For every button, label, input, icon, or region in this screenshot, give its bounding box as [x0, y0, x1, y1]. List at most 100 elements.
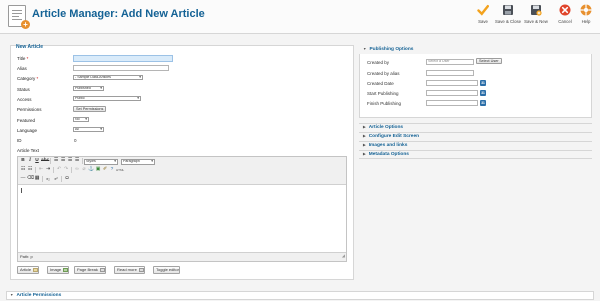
triangle-right-icon: ▶: [363, 125, 366, 129]
bold-icon[interactable]: B: [20, 158, 26, 164]
underline-icon[interactable]: U: [34, 158, 40, 164]
resize-handle-icon[interactable]: ◢: [342, 252, 345, 260]
superscript-icon[interactable]: x²: [53, 176, 59, 182]
editor-path-bar: Path: p ◢: [18, 252, 346, 261]
rich-text-editor: B I U abc ☰ ☰ ☰ ☰ Styles ▾ Paragraph ▾ ☷ ☷…: [17, 156, 347, 262]
start-publishing-input[interactable]: [426, 90, 478, 96]
italic-icon[interactable]: I: [27, 158, 33, 164]
styles-select[interactable]: Styles ▾: [84, 158, 118, 165]
floppy-disk-plus-icon: [530, 4, 542, 16]
checkmark-icon: [477, 4, 489, 16]
article-options-header[interactable]: ▶ Article Options: [359, 123, 592, 131]
page-break-button[interactable]: Page Break: [74, 266, 106, 274]
align-right-icon[interactable]: ☰: [67, 158, 73, 164]
bullet-list-icon[interactable]: ☷: [20, 167, 26, 173]
html-source-icon[interactable]: HTML: [116, 167, 124, 173]
link-icon[interactable]: ∞: [74, 167, 80, 173]
editor-toolbar-row-1: B I U abc ☰ ☰ ☰ ☰ Styles ▾ Paragraph ▾: [18, 157, 346, 166]
title-input[interactable]: [73, 55, 173, 62]
editor-content-area[interactable]: [18, 184, 346, 252]
floppy-disk-icon: [502, 4, 514, 16]
created-by-label: Created by: [367, 60, 390, 65]
outdent-icon[interactable]: ⇤: [38, 167, 44, 173]
read-more-button[interactable]: Read more: [114, 266, 145, 274]
chevron-down-icon: ▾: [139, 75, 141, 79]
publishing-options-header[interactable]: ▼ Publishing Options: [359, 46, 592, 54]
chevron-down-icon: ▾: [85, 117, 87, 121]
chevron-down-icon: ▾: [151, 158, 153, 163]
finish-publishing-input[interactable]: [426, 100, 478, 106]
visual-aid-icon[interactable]: ▦: [34, 176, 40, 182]
cleanup-icon[interactable]: ✐: [102, 167, 108, 173]
language-select[interactable]: All ▾: [73, 127, 104, 132]
remove-format-icon[interactable]: ⌫: [27, 176, 34, 182]
paragraph-select[interactable]: Paragraph ▾: [121, 158, 155, 165]
page-title: Article Manager: Add New Article: [32, 8, 205, 20]
created-by-input[interactable]: Select a User: [426, 59, 474, 65]
access-select[interactable]: Public ▾: [73, 96, 141, 101]
category-select[interactable]: - Sample Data-Articles ▾: [73, 75, 143, 80]
chevron-down-icon: ▾: [100, 86, 102, 90]
help-button[interactable]: Help: [574, 4, 598, 30]
anchor-icon[interactable]: ⚓: [88, 167, 94, 173]
created-date-label: Created Date: [367, 81, 394, 86]
text-cursor: [21, 188, 22, 193]
save-new-button[interactable]: Save & New: [522, 4, 550, 30]
special-character-icon[interactable]: Ω: [64, 176, 70, 182]
chevron-down-icon: ▾: [100, 127, 102, 131]
triangle-down-icon: ▼: [10, 293, 14, 297]
metadata-options-header[interactable]: ▶ Metadata Options: [359, 150, 592, 159]
align-center-icon[interactable]: ☰: [60, 158, 66, 164]
new-article-legend: New Article: [16, 44, 44, 50]
unlink-icon[interactable]: ⌀: [81, 167, 87, 173]
image-icon: [63, 267, 69, 272]
triangle-right-icon: ▶: [363, 134, 366, 138]
chevron-down-icon: ▾: [137, 96, 139, 100]
images-and-links-header[interactable]: ▶ Images and links: [359, 141, 592, 149]
created-date-input[interactable]: [426, 80, 478, 86]
toolbar: + Article Manager: Add New Article Save …: [0, 0, 600, 34]
cancel-icon: [559, 4, 571, 16]
configure-edit-screen-header[interactable]: ▶ Configure Edit Screen: [359, 132, 592, 140]
article-icon: [33, 267, 39, 272]
finish-publishing-label: Finish Publishing: [367, 101, 402, 106]
editor-toolbar-row-3: — ⌫ ▦ x₂ x² Ω: [18, 175, 346, 184]
read-more-icon: [138, 267, 144, 272]
numbered-list-icon[interactable]: ☷: [27, 167, 33, 173]
created-by-alias-label: Created by alias: [367, 71, 400, 76]
editor-toolbar-row-2: ☷ ☷ ⇤ ⇥ ↶ ↷ ∞ ⌀ ⚓ ▣ ✐ ? HTML: [18, 166, 346, 175]
alias-input[interactable]: [73, 65, 169, 71]
undo-icon[interactable]: ↶: [56, 167, 62, 173]
calendar-icon[interactable]: 31: [480, 100, 486, 106]
strikethrough-icon[interactable]: abc: [41, 158, 49, 164]
horizontal-rule-icon[interactable]: —: [20, 176, 26, 182]
save-close-button[interactable]: Save & Close: [494, 4, 522, 30]
set-permissions-button[interactable]: Set Permissions: [73, 106, 107, 112]
article-add-icon: +: [8, 5, 30, 29]
triangle-right-icon: ▶: [363, 152, 366, 156]
insert-image-button[interactable]: Image: [47, 266, 70, 274]
triangle-right-icon: ▶: [363, 143, 366, 147]
redo-icon[interactable]: ↷: [63, 167, 69, 173]
article-permissions-header[interactable]: ▼ Article Permissions: [6, 291, 594, 300]
featured-select[interactable]: No ▾: [73, 117, 89, 122]
select-user-button[interactable]: Select User: [476, 58, 502, 64]
created-by-alias-input[interactable]: [426, 70, 474, 76]
align-left-icon[interactable]: ☰: [53, 158, 59, 164]
triangle-down-icon: ▼: [363, 47, 367, 51]
save-button[interactable]: Save: [470, 4, 496, 30]
indent-icon[interactable]: ⇥: [45, 167, 51, 173]
subscript-icon[interactable]: x₂: [45, 176, 51, 182]
calendar-icon[interactable]: 31: [480, 90, 486, 96]
insert-article-button[interactable]: Article: [17, 266, 40, 274]
help-icon: [580, 4, 592, 16]
status-select[interactable]: Published ▾: [73, 86, 104, 91]
id-value: 0: [74, 138, 77, 143]
start-publishing-label: Start Publishing: [367, 91, 399, 96]
toggle-editor-button[interactable]: Toggle editor: [153, 266, 180, 274]
image-icon[interactable]: ▣: [95, 167, 101, 173]
calendar-icon[interactable]: 31: [480, 80, 486, 86]
align-justify-icon[interactable]: ☰: [74, 158, 80, 164]
page-break-icon: [99, 267, 105, 272]
help-icon[interactable]: ?: [109, 167, 115, 173]
